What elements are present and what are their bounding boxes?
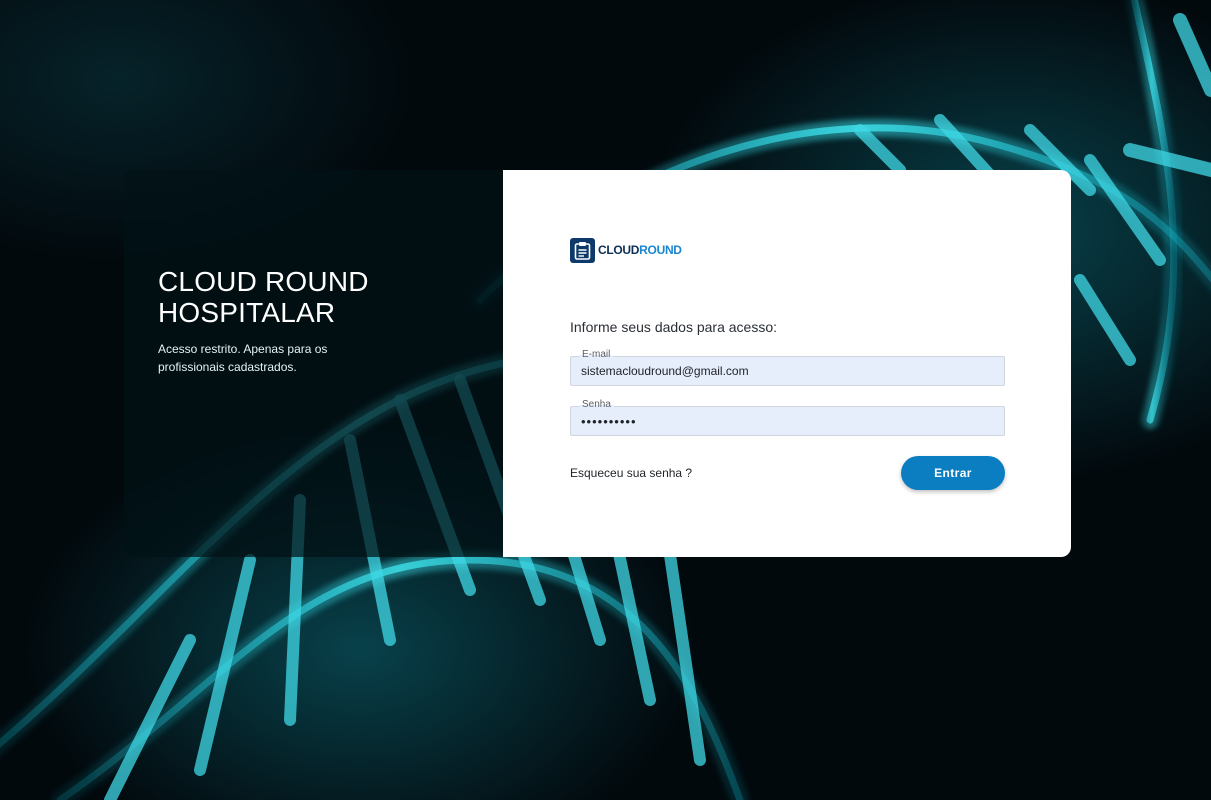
login-card: CLOUD ROUND HOSPITALAR Acesso restrito. … — [124, 170, 1071, 557]
hero-panel: CLOUD ROUND HOSPITALAR Acesso restrito. … — [124, 170, 503, 557]
cloudround-logo: CLOUD ROUND — [570, 237, 1005, 263]
login-prompt: Informe seus dados para acesso: — [570, 319, 778, 335]
hero-subtitle: Acesso restrito. Apenas para os profissi… — [158, 342, 328, 374]
submit-button[interactable]: Entrar — [901, 456, 1005, 490]
email-label: E-mail — [579, 349, 614, 360]
password-input[interactable] — [571, 407, 1004, 435]
email-input[interactable] — [571, 357, 1004, 385]
login-panel: CLOUD ROUND Informe seus dados para acess… — [503, 170, 1071, 557]
logo-word-round: ROUND — [639, 243, 682, 257]
email-field: E-mail — [570, 349, 1005, 386]
password-field: Senha — [570, 399, 1005, 436]
password-label: Senha — [579, 399, 614, 410]
hero-title: CLOUD ROUND HOSPITALAR — [158, 266, 369, 328]
clipboard-icon — [570, 237, 595, 263]
forgot-password-link[interactable]: Esqueceu sua senha ? — [570, 466, 692, 480]
form-actions: Esqueceu sua senha ? Entrar — [570, 456, 1005, 490]
logo-wordmark: CLOUD ROUND — [598, 243, 682, 257]
logo-word-cloud: CLOUD — [598, 243, 640, 257]
